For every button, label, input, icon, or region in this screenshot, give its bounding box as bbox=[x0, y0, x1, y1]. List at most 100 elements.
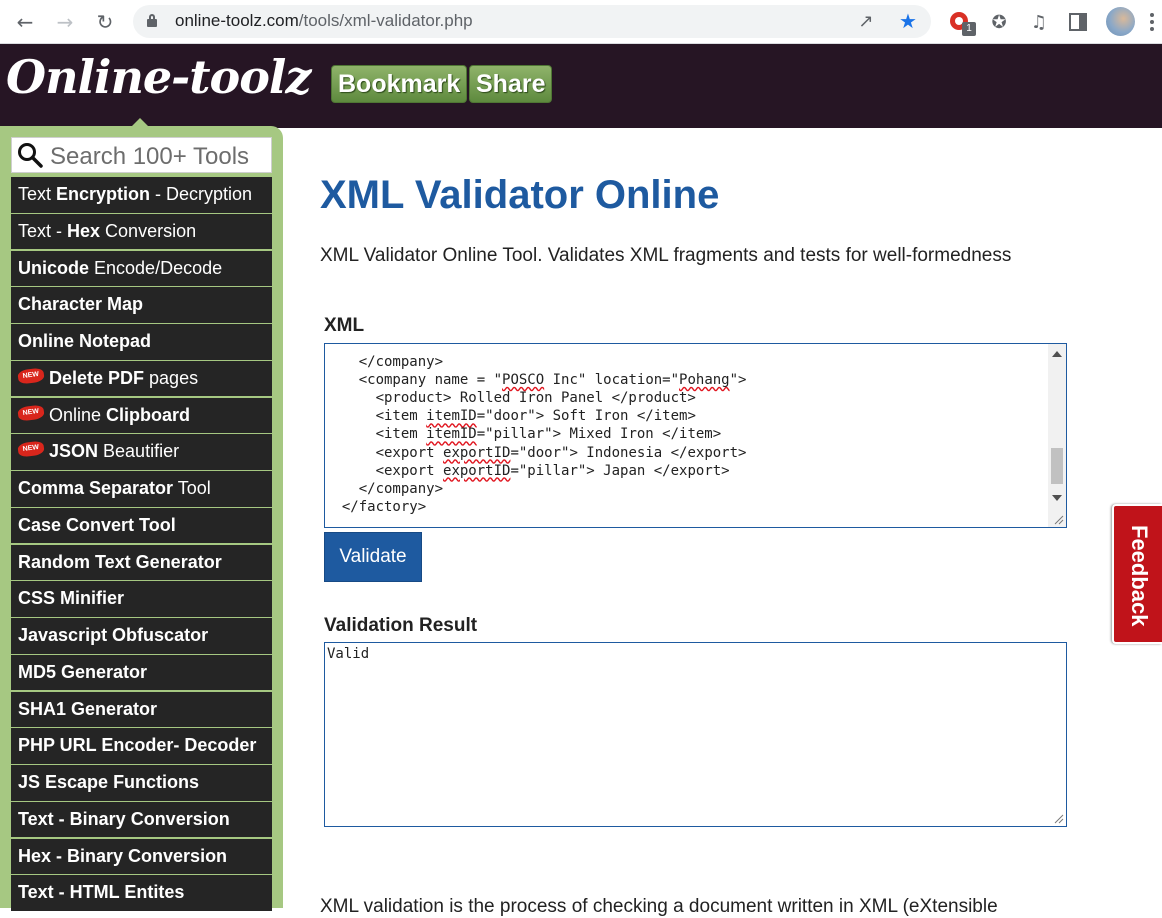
sidebar-item-php-url[interactable]: PHP URL Encoder- Decoder bbox=[11, 728, 272, 764]
sidebar-item-label: Text bbox=[18, 184, 57, 204]
sidebar-item-css-minifier[interactable]: CSS Minifier bbox=[11, 581, 272, 617]
share-button[interactable]: Share bbox=[469, 65, 553, 103]
sidebar-item-label: Case Convert Tool bbox=[18, 514, 176, 535]
reload-icon[interactable]: ↻ bbox=[92, 9, 118, 35]
xml-scrollbar[interactable] bbox=[1048, 344, 1066, 527]
xml-line: <item itemID="door"> Soft Iron </item> bbox=[325, 407, 1045, 425]
lock-icon[interactable] bbox=[147, 14, 157, 27]
sidebar-item-random-text[interactable]: Random Text Generator bbox=[11, 544, 272, 580]
xml-label: XML bbox=[324, 315, 365, 336]
sidebar-item-text-hex[interactable]: Text - Hex Conversion bbox=[11, 213, 272, 250]
spellcheck-word: itemID bbox=[426, 408, 477, 425]
result-textarea[interactable]: Valid bbox=[324, 642, 1067, 827]
url-text[interactable]: online-toolz.com/tools/xml-validator.php bbox=[175, 11, 473, 31]
profile-avatar[interactable] bbox=[1106, 7, 1135, 36]
sidebar-item-js-obfuscator[interactable]: Javascript Obfuscator bbox=[11, 618, 272, 654]
feedback-tab[interactable]: Feedback bbox=[1112, 504, 1162, 644]
sidebar-item-md5[interactable]: MD5 Generator bbox=[11, 654, 272, 691]
address-bar[interactable]: online-toolz.com/tools/xml-validator.php… bbox=[133, 5, 931, 38]
sidebar-item-hex-binary[interactable]: Hex - Binary Conversion bbox=[11, 838, 272, 874]
sidebar-item-label: Javascript Obfuscator bbox=[18, 625, 209, 645]
xml-text: </company> bbox=[325, 354, 444, 371]
tool-list: Text Encryption - Decryption Text - Hex C… bbox=[11, 177, 272, 912]
sidebar-item-label: Online bbox=[49, 404, 107, 425]
page-description: XML Validator Online Tool. Validates XML… bbox=[320, 245, 1012, 266]
xml-line: <export exportID="pillar"> Japan </expor… bbox=[325, 462, 1045, 480]
share-page-icon[interactable]: ↗ bbox=[855, 10, 877, 32]
xml-text: ="pillar"> Japan </export> bbox=[510, 462, 730, 479]
sidebar-item-unicode[interactable]: Unicode Encode/Decode bbox=[11, 250, 272, 286]
sidebar: Search 100+ Tools Text Encryption - Decr… bbox=[0, 118, 283, 911]
xml-textarea[interactable]: </company> <company name = "POSCO Inc" l… bbox=[324, 343, 1067, 528]
xml-text: ="door"> Soft Iron </item> bbox=[476, 408, 696, 425]
xml-text bbox=[325, 344, 359, 352]
side-panel-icon[interactable] bbox=[1064, 8, 1092, 36]
back-icon[interactable]: ← bbox=[12, 9, 38, 35]
sidebar-item-label: Tool bbox=[173, 478, 211, 498]
sidebar-item-text-html[interactable]: Text - HTML Entites bbox=[11, 875, 272, 911]
media-control-icon[interactable]: ♫ bbox=[1025, 8, 1053, 36]
puzzle-icon[interactable]: ✪ bbox=[985, 8, 1013, 36]
xml-content: </company> <company name = "POSCO Inc" l… bbox=[325, 344, 1045, 516]
sidebar-item-label: pages bbox=[144, 367, 199, 388]
sidebar-item-text-encryption[interactable]: Text Encryption - Decryption bbox=[11, 177, 272, 213]
forward-icon[interactable]: → bbox=[52, 9, 78, 35]
sidebar-item-label: Unicode bbox=[18, 257, 90, 278]
xml-line: </company> bbox=[325, 480, 1045, 498]
sidebar-item-label: Hex bbox=[67, 220, 101, 241]
sidebar-item-text-binary[interactable]: Text - Binary Conversion bbox=[11, 801, 272, 838]
sidebar-item-label: CSS Minifier bbox=[18, 588, 125, 609]
sidebar-item-label: JSON bbox=[49, 441, 99, 462]
sidebar-item-label: Text - Binary Conversion bbox=[18, 808, 230, 829]
resize-handle-icon[interactable] bbox=[1054, 515, 1064, 525]
sidebar-item-js-escape[interactable]: JS Escape Functions bbox=[11, 765, 272, 801]
new-badge-icon: NEW bbox=[17, 403, 45, 422]
resize-handle-icon[interactable] bbox=[1054, 814, 1064, 824]
xml-text: </factory> bbox=[325, 498, 427, 515]
sidebar-item-label: Clipboard bbox=[106, 404, 191, 425]
sidebar-item-label: - Decryption bbox=[150, 184, 253, 204]
sidebar-item-label: Random Text Generator bbox=[18, 551, 222, 572]
xml-line: <export exportID="door"> Indonesia </exp… bbox=[325, 444, 1045, 462]
scroll-up-icon[interactable] bbox=[1052, 351, 1062, 357]
spellcheck-word: exportID bbox=[443, 444, 511, 461]
xml-text: <export bbox=[325, 462, 444, 479]
xml-line: <item itemID="pillar"> Mixed Iron </item… bbox=[325, 425, 1045, 443]
sidebar-item-delete-pdf[interactable]: NEW Delete PDF pages bbox=[11, 360, 272, 397]
sidebar-item-json-beautifier[interactable]: NEW JSON Beautifier bbox=[11, 434, 272, 470]
xml-text: </company> bbox=[325, 480, 444, 497]
sidebar-item-case-convert[interactable]: Case Convert Tool bbox=[11, 507, 272, 544]
sidebar-item-label: Text - HTML Entites bbox=[18, 882, 185, 903]
extension-badge: 1 bbox=[962, 22, 976, 36]
search-input[interactable]: Search 100+ Tools bbox=[11, 137, 272, 173]
sidebar-item-label: PHP URL Encoder- Decoder bbox=[18, 735, 257, 756]
validate-button[interactable]: Validate bbox=[324, 532, 422, 582]
page-title: XML Validator Online bbox=[320, 173, 720, 217]
sidebar-item-label: MD5 Generator bbox=[18, 661, 148, 682]
sidebar-item-online-clipboard[interactable]: NEW Online Clipboard bbox=[11, 397, 272, 433]
sidebar-item-label: SHA1 Generator bbox=[18, 698, 158, 719]
xml-line: <product> Rolled Iron Panel </product> bbox=[325, 389, 1045, 407]
sidebar-item-online-notepad[interactable]: Online Notepad bbox=[11, 324, 272, 360]
menu-dots-icon[interactable] bbox=[1148, 10, 1156, 34]
xml-text: <item bbox=[325, 426, 427, 443]
xml-text: ="pillar"> Mixed Iron </item> bbox=[476, 426, 722, 443]
site-header: Online-toolz Bookmark Share bbox=[0, 44, 1162, 128]
site-logo[interactable]: Online-toolz bbox=[6, 50, 311, 104]
xml-text: "> bbox=[729, 372, 747, 389]
xml-text: <export bbox=[325, 444, 444, 461]
search-icon bbox=[18, 143, 43, 168]
sidebar-notch bbox=[130, 118, 150, 128]
xml-text: <company name = " bbox=[325, 372, 503, 389]
spellcheck-word: Pohang bbox=[679, 372, 730, 389]
xml-text: Inc" location=" bbox=[544, 372, 680, 389]
bookmark-button[interactable]: Bookmark bbox=[331, 65, 468, 103]
sidebar-item-label: Hex - Binary Conversion bbox=[18, 845, 228, 866]
bookmark-star-icon[interactable]: ★ bbox=[897, 9, 919, 33]
sidebar-item-comma-separator[interactable]: Comma Separator Tool bbox=[11, 471, 272, 507]
new-badge-icon: NEW bbox=[17, 440, 45, 458]
scroll-down-icon[interactable] bbox=[1052, 495, 1062, 501]
sidebar-item-character-map[interactable]: Character Map bbox=[11, 287, 272, 323]
scroll-thumb[interactable] bbox=[1051, 448, 1063, 484]
sidebar-item-sha1[interactable]: SHA1 Generator bbox=[11, 691, 272, 727]
